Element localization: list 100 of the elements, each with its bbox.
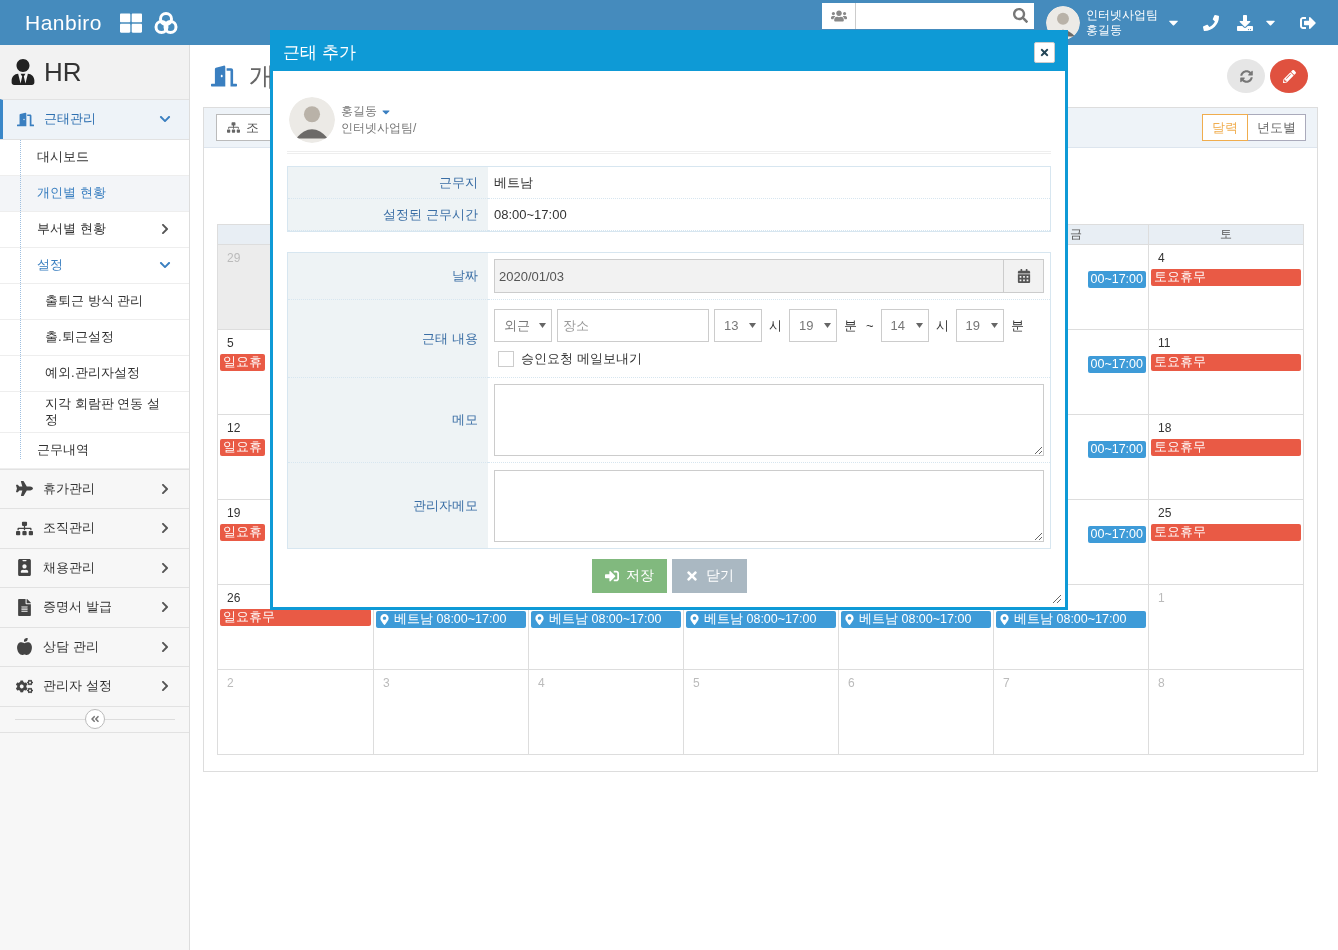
- chevron-right-icon[interactable]: [159, 601, 171, 614]
- menu-item[interactable]: 근태관리: [0, 99, 189, 139]
- search-field[interactable]: [822, 2, 1034, 29]
- memo-field[interactable]: [494, 384, 1044, 456]
- chevron-right-icon[interactable]: [159, 482, 171, 495]
- chevron-right-icon[interactable]: [159, 223, 171, 235]
- menu-item[interactable]: 휴가관리: [0, 468, 189, 508]
- field-value: 08:00~17:00: [488, 199, 1050, 231]
- holiday-event[interactable]: 일요휴: [220, 354, 265, 371]
- search-icon[interactable]: [1013, 8, 1028, 23]
- map-pin-icon: [844, 614, 855, 625]
- day-number: 5: [692, 675, 701, 692]
- work-event[interactable]: 00~17:00: [1087, 356, 1146, 373]
- day-number: 7: [1002, 675, 1011, 692]
- work-event[interactable]: 베트남 08:00~17:00: [376, 611, 526, 628]
- caret-icon: [990, 323, 998, 328]
- map-pin-icon: [534, 614, 545, 625]
- unit-label: ~: [866, 318, 874, 333]
- menu-item[interactable]: 증명서 발급: [0, 587, 189, 627]
- user-name[interactable]: 홍길동: [341, 103, 417, 120]
- close-button[interactable]: [1034, 41, 1055, 63]
- day-number: 6: [847, 675, 856, 692]
- field-label: 메모: [288, 378, 488, 463]
- holiday-event[interactable]: 일요휴: [220, 439, 265, 456]
- unit-label: 시: [769, 316, 782, 335]
- dropdown[interactable]: 14: [880, 309, 929, 342]
- caret-icon: [824, 323, 831, 328]
- dialog-title: 근태 추가: [283, 41, 356, 64]
- admin-memo-field[interactable]: [494, 469, 1044, 542]
- day-number: 11: [1157, 335, 1172, 352]
- logo[interactable]: Hanbiro: [25, 10, 103, 35]
- chevron-right-icon[interactable]: [159, 680, 171, 693]
- grid-icon[interactable]: [120, 11, 143, 34]
- chevron-right-icon[interactable]: [159, 522, 171, 535]
- holiday-event[interactable]: 일요휴무: [220, 609, 371, 626]
- mail-checkbox[interactable]: 승인요청 메일보내기: [494, 350, 1026, 368]
- door-icon: [16, 110, 34, 128]
- collapse-button[interactable]: [84, 709, 105, 729]
- gears-icon: [15, 677, 33, 695]
- work-event[interactable]: 베트남 08:00~17:00: [686, 611, 836, 628]
- dropdown[interactable]: 19: [955, 309, 1004, 342]
- user-name[interactable]: 홍길동: [1086, 22, 1158, 38]
- view-tab[interactable]: 년도별: [1247, 114, 1306, 141]
- day-number: 26: [226, 590, 242, 607]
- day-number: 5: [226, 335, 235, 352]
- unit-label: 분: [1010, 316, 1024, 335]
- field-label: 관리자메모: [288, 463, 488, 548]
- double-chevron-left-icon: [89, 714, 100, 724]
- map-pin-icon: [379, 614, 390, 625]
- work-event[interactable]: 00~17:00: [1087, 526, 1146, 543]
- caret-icon: [539, 323, 546, 328]
- download-icon[interactable]: [1237, 14, 1253, 31]
- pencil-icon: [1282, 69, 1296, 83]
- chevron-right-icon[interactable]: [159, 561, 171, 574]
- dropdown[interactable]: 13: [714, 309, 762, 342]
- menu-item[interactable]: 관리자 설정: [0, 666, 189, 706]
- resize-grip-icon[interactable]: [1050, 592, 1062, 604]
- dropdown[interactable]: 19: [789, 309, 837, 342]
- menu-item[interactable]: 개인별 현황: [0, 175, 189, 212]
- chevron-right-icon[interactable]: [159, 640, 171, 653]
- apple-icon: [15, 638, 33, 656]
- logo-icon[interactable]: [154, 10, 179, 35]
- holiday-event[interactable]: 토요휴무: [1151, 354, 1301, 371]
- field-label: 설정된 근무시간: [288, 199, 488, 231]
- day-number: 2: [226, 675, 235, 692]
- day-number: 18: [1157, 420, 1173, 437]
- chevron-down-icon[interactable]: [159, 259, 171, 271]
- work-event[interactable]: 00~17:00: [1087, 271, 1146, 288]
- map-pin-icon: [999, 614, 1010, 625]
- holiday-event[interactable]: 일요휴: [220, 524, 265, 541]
- holiday-event[interactable]: 토요휴무: [1151, 439, 1301, 456]
- refresh-button[interactable]: [1227, 59, 1265, 93]
- menu-item[interactable]: 채용관리: [0, 547, 189, 587]
- sitemap-icon: [15, 519, 33, 537]
- day-number: 4: [1157, 250, 1166, 267]
- field-label: 근태 내용: [288, 300, 488, 378]
- dropdown[interactable]: 외근: [494, 309, 552, 342]
- day-number: 8: [1157, 675, 1166, 692]
- work-event[interactable]: 베트남 08:00~17:00: [531, 611, 681, 628]
- menu-item[interactable]: 조직관리: [0, 508, 189, 548]
- day-number: 4: [537, 675, 546, 692]
- edit-button[interactable]: [1270, 59, 1308, 93]
- unit-label: 분: [844, 316, 857, 335]
- holiday-event[interactable]: 토요휴무: [1151, 524, 1301, 541]
- work-event[interactable]: 00~17:00: [1087, 441, 1146, 458]
- phone-icon[interactable]: [1203, 14, 1219, 31]
- map-pin-icon: [689, 614, 700, 625]
- field-label: 날짜: [288, 253, 488, 300]
- work-event[interactable]: 베트남 08:00~17:00: [996, 611, 1146, 628]
- door-icon: [211, 63, 237, 89]
- org-button[interactable]: 조: [216, 114, 270, 141]
- holiday-event[interactable]: 토요휴무: [1151, 269, 1301, 286]
- save-button[interactable]: 저장: [591, 559, 667, 593]
- logout-icon[interactable]: [1300, 14, 1316, 31]
- field-value: 베트남: [488, 167, 1050, 199]
- day-number: 19: [226, 505, 242, 522]
- menu-item[interactable]: 상담 관리: [0, 626, 189, 666]
- place-field[interactable]: 장소: [557, 309, 709, 342]
- work-event[interactable]: 베트남 08:00~17:00: [841, 611, 991, 628]
- user-team[interactable]: 인터넷사업팀: [1086, 7, 1158, 23]
